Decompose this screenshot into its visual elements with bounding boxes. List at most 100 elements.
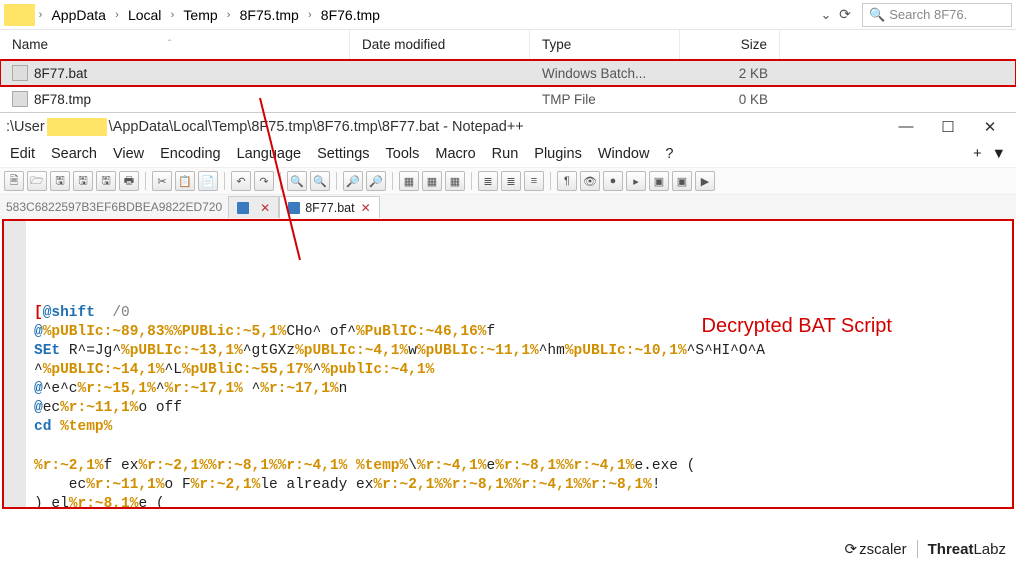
redacted-block	[47, 118, 107, 136]
toolbar-button[interactable]: 📋	[175, 171, 195, 191]
column-size[interactable]: Size	[680, 30, 780, 59]
tab-active[interactable]: 8F77.bat ✕	[279, 196, 379, 218]
toolbar-button[interactable]: ≡	[524, 171, 544, 191]
file-row[interactable]: 8F78.tmpTMP File0 KB	[0, 86, 1016, 112]
file-size: 0 KB	[680, 92, 780, 107]
refresh-icon[interactable]: ⟳	[834, 6, 856, 23]
toolbar-button[interactable]: ▣	[649, 171, 669, 191]
threatlabz-bold: Threat	[928, 541, 974, 558]
toolbar-button[interactable]: ✂	[152, 171, 172, 191]
toolbar-button[interactable]: 🖫	[96, 171, 116, 191]
menu-encoding[interactable]: Encoding	[152, 146, 228, 162]
code-editor[interactable]: Decrypted BAT Script [@shift /0@%pUBlIc:…	[2, 219, 1014, 509]
toolbar-separator	[224, 172, 225, 190]
tab-prefix-text: 583C6822597B3EF6BDBEA9822ED720	[0, 200, 228, 214]
close-tab-icon[interactable]: ✕	[361, 201, 371, 215]
close-button[interactable]: ✕	[980, 118, 1000, 136]
threatlabz-light: Labz	[973, 541, 1006, 558]
tab-label: 8F77.bat	[305, 201, 354, 215]
toolbar-separator	[471, 172, 472, 190]
toolbar-button[interactable]: ▦	[422, 171, 442, 191]
toolbar-button[interactable]: ●	[603, 171, 623, 191]
close-tab-icon[interactable]: ✕	[260, 201, 270, 215]
toolbar-button[interactable]: 🖶	[119, 171, 139, 191]
breadcrumb-item[interactable]: AppData	[45, 7, 111, 23]
chevron-down-icon[interactable]: ⌄	[818, 7, 834, 23]
toolbar-separator	[145, 172, 146, 190]
column-date[interactable]: Date modified	[350, 30, 530, 59]
search-placeholder: Search 8F76.	[889, 7, 967, 22]
tab-other[interactable]: ✕	[228, 196, 279, 218]
menu-search[interactable]: Search	[43, 146, 105, 162]
menu-run[interactable]: Run	[484, 146, 527, 162]
file-name: 8F78.tmp	[34, 92, 91, 107]
chevron-right-icon: ›	[167, 9, 177, 21]
search-icon: 🔍	[869, 7, 885, 23]
toolbar-button[interactable]: 🔎	[366, 171, 386, 191]
toolbar-button[interactable]: ▦	[445, 171, 465, 191]
menu-language[interactable]: Language	[229, 146, 310, 162]
toolbar-button[interactable]: 🔎	[343, 171, 363, 191]
toolbar-button[interactable]: 🖫	[50, 171, 70, 191]
annotation-label: Decrypted BAT Script	[702, 313, 892, 339]
maximize-button[interactable]: ☐	[938, 118, 958, 136]
toolbar-button[interactable]: ▦	[399, 171, 419, 191]
title-prefix: :\User	[6, 119, 45, 135]
file-row[interactable]: 8F77.batWindows Batch...2 KB	[0, 60, 1016, 86]
menubar: EditSearchViewEncodingLanguageSettingsTo…	[0, 141, 1016, 167]
footer-logos: ⟳ zscaler ThreatLabz	[841, 538, 1010, 560]
toolbar-separator	[336, 172, 337, 190]
toolbar-button[interactable]: 👁	[580, 171, 600, 191]
toolbar-button[interactable]: ≣	[501, 171, 521, 191]
notepad-window: :\User\AppData\Local\Temp\8F75.tmp\8F76.…	[0, 113, 1016, 509]
sort-indicator-icon: ˆ	[168, 39, 171, 50]
toolbar-button[interactable]: 🔍	[310, 171, 330, 191]
toolbar-button[interactable]: 🗎	[4, 171, 24, 191]
save-icon	[288, 202, 300, 214]
menu-plugins[interactable]: Plugins	[526, 146, 590, 162]
menu-?[interactable]: ?	[657, 146, 681, 162]
menu-edit[interactable]: Edit	[2, 146, 43, 162]
breadcrumb-item[interactable]: Temp	[177, 7, 223, 23]
threatlabz-logo: ThreatLabz	[928, 541, 1006, 558]
zscaler-logo: ⟳ zscaler	[845, 540, 907, 558]
file-size: 2 KB	[680, 66, 780, 81]
breadcrumb-item[interactable]: 8F76.tmp	[315, 7, 386, 23]
menu-settings[interactable]: Settings	[309, 146, 377, 162]
file-icon	[12, 65, 28, 81]
toolbar-button[interactable]: 🔍	[287, 171, 307, 191]
dropdown-icon[interactable]: ▼	[992, 146, 1006, 162]
window-controls: — ☐ ✕	[896, 118, 1010, 136]
toolbar-button[interactable]: ▶	[695, 171, 715, 191]
toolbar-button[interactable]: ▸	[626, 171, 646, 191]
toolbar-separator	[550, 172, 551, 190]
toolbar-button[interactable]: ↷	[254, 171, 274, 191]
breadcrumb[interactable]: › AppData › Local › Temp › 8F75.tmp › 8F…	[4, 4, 818, 26]
file-explorer: › AppData › Local › Temp › 8F75.tmp › 8F…	[0, 0, 1016, 113]
chevron-right-icon: ›	[305, 9, 315, 21]
save-icon	[237, 202, 249, 214]
menu-macro[interactable]: Macro	[427, 146, 483, 162]
zscaler-text: zscaler	[859, 541, 907, 558]
toolbar-button[interactable]: ≣	[478, 171, 498, 191]
minimize-button[interactable]: —	[896, 118, 916, 136]
toolbar-button[interactable]: 🖫	[73, 171, 93, 191]
column-name[interactable]: Name ˆ	[0, 30, 350, 59]
toolbar-button[interactable]: ¶	[557, 171, 577, 191]
menu-view[interactable]: View	[105, 146, 152, 162]
column-type[interactable]: Type	[530, 30, 680, 59]
toolbar-button[interactable]: 📄	[198, 171, 218, 191]
add-tab-button[interactable]: +	[973, 146, 981, 162]
menu-tools[interactable]: Tools	[378, 146, 428, 162]
toolbar-button[interactable]: ▣	[672, 171, 692, 191]
menu-window[interactable]: Window	[590, 146, 658, 162]
tab-bar: 583C6822597B3EF6BDBEA9822ED720 ✕ 8F77.ba…	[0, 195, 1016, 219]
title-path: :\User\AppData\Local\Temp\8F75.tmp\8F76.…	[6, 118, 896, 136]
toolbar-button[interactable]: ↶	[231, 171, 251, 191]
search-input[interactable]: 🔍 Search 8F76.	[862, 3, 1012, 27]
breadcrumb-item[interactable]: Local	[122, 7, 167, 23]
toolbar-button[interactable]: 🗁	[27, 171, 47, 191]
zscaler-icon: ⟳	[845, 540, 858, 558]
breadcrumb-item[interactable]: 8F75.tmp	[234, 7, 305, 23]
titlebar: :\User\AppData\Local\Temp\8F75.tmp\8F76.…	[0, 113, 1016, 141]
